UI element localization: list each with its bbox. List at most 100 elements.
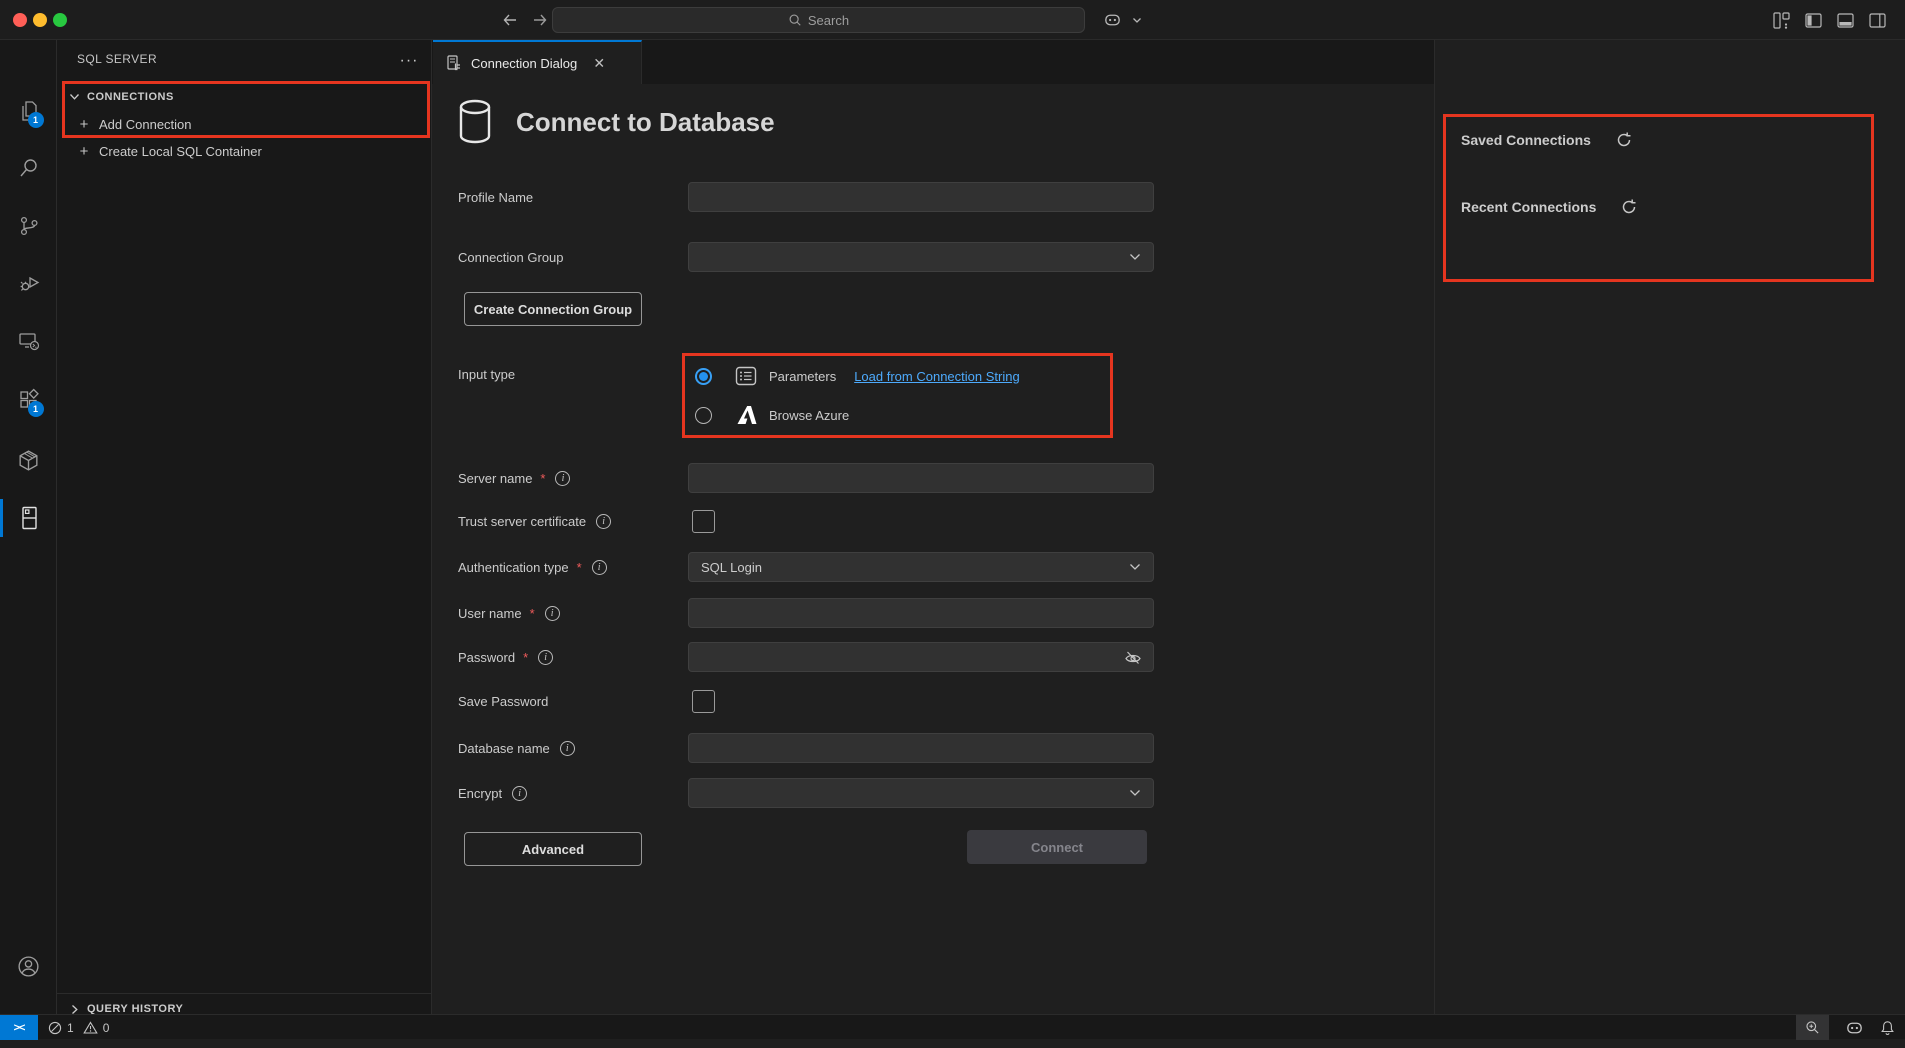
parameters-icon — [735, 365, 757, 387]
title-bar: Search — [0, 0, 1905, 40]
add-connection-label: Add Connection — [99, 117, 192, 132]
extensions-badge: 1 — [28, 401, 44, 417]
copilot-status-icon[interactable] — [1845, 1020, 1864, 1036]
customize-layout-icon[interactable] — [1769, 8, 1793, 32]
input-type-label: Input type — [458, 367, 515, 382]
problems-status[interactable]: 1 0 — [48, 1015, 109, 1040]
warnings-icon — [83, 1021, 98, 1034]
authentication-type-label: Authentication type* i — [458, 560, 607, 575]
info-icon[interactable]: i — [560, 741, 575, 756]
copilot-icon[interactable] — [1100, 8, 1124, 32]
close-window-button[interactable] — [13, 13, 27, 27]
copilot-chevron-down-icon[interactable] — [1125, 8, 1149, 32]
connections-side-panel: Saved Connections Recent Connections — [1434, 40, 1905, 1014]
save-password-checkbox[interactable] — [692, 690, 715, 713]
info-icon[interactable]: i — [555, 471, 570, 486]
create-connection-group-button[interactable]: Create Connection Group — [464, 292, 642, 326]
toggle-panel-icon[interactable] — [1833, 8, 1857, 32]
trust-server-certificate-checkbox[interactable] — [692, 510, 715, 533]
recent-connections-label: Recent Connections — [1461, 199, 1596, 215]
accounts-icon[interactable] — [0, 942, 57, 990]
search-placeholder: Search — [808, 13, 849, 28]
password-label: Password* i — [458, 650, 553, 665]
minimize-window-button[interactable] — [33, 13, 47, 27]
containers-icon[interactable] — [0, 436, 57, 484]
connection-group-select[interactable] — [688, 242, 1154, 272]
zoom-status-icon[interactable] — [1796, 1015, 1829, 1040]
connections-section-header[interactable]: CONNECTIONS — [57, 84, 432, 110]
tab-connection-dialog[interactable]: Connection Dialog ✕ — [433, 40, 642, 84]
profile-name-label: Profile Name — [458, 190, 533, 205]
connect-button[interactable]: Connect — [967, 830, 1147, 864]
authentication-type-select[interactable]: SQL Login — [688, 552, 1154, 582]
plus-icon: + — [76, 143, 92, 160]
sidebar-item-add-connection[interactable]: + Add Connection — [57, 111, 432, 137]
sidebar-sql-server: SQL SERVER ··· CONNECTIONS + Add Connect… — [57, 40, 432, 1014]
run-debug-icon[interactable] — [0, 259, 57, 307]
sql-server-view-icon[interactable] — [0, 494, 57, 542]
page-title: Connect to Database — [516, 107, 775, 138]
plus-icon: + — [76, 116, 92, 133]
encrypt-label: Encrypt i — [458, 786, 527, 801]
chevron-down-icon — [1129, 789, 1141, 797]
errors-icon — [48, 1021, 62, 1035]
extensions-icon[interactable]: 1 — [0, 376, 57, 424]
password-input[interactable] — [688, 642, 1154, 672]
user-name-label: User name* i — [458, 606, 560, 621]
toggle-primary-sidebar-icon[interactable] — [1801, 8, 1825, 32]
tab-close-icon[interactable]: ✕ — [589, 53, 609, 73]
navigate-back-icon[interactable] — [498, 8, 522, 32]
chevron-right-icon — [71, 1004, 79, 1015]
error-count: 1 — [67, 1021, 74, 1035]
connection-group-label: Connection Group — [458, 250, 564, 265]
authentication-type-value: SQL Login — [701, 560, 762, 575]
connections-header-label: CONNECTIONS — [87, 91, 174, 103]
database-name-input[interactable] — [688, 733, 1154, 763]
encrypt-select[interactable] — [688, 778, 1154, 808]
search-input[interactable]: Search — [552, 7, 1085, 33]
parameters-option-label: Parameters — [769, 369, 836, 384]
warning-count: 0 — [103, 1021, 110, 1035]
navigate-forward-icon[interactable] — [528, 8, 552, 32]
chevron-down-icon — [1129, 253, 1141, 261]
profile-name-input[interactable] — [688, 182, 1154, 212]
notifications-bell-icon[interactable] — [1880, 1020, 1895, 1036]
toggle-password-visibility-icon[interactable] — [1124, 649, 1142, 666]
saved-connections-label: Saved Connections — [1461, 132, 1591, 148]
toggle-secondary-sidebar-icon[interactable] — [1865, 8, 1889, 32]
connection-dialog-content: Connect to Database Profile Name Connect… — [432, 84, 1434, 1014]
chevron-down-icon — [1129, 563, 1141, 571]
source-control-icon[interactable] — [0, 202, 57, 250]
browse-azure-radio[interactable] — [695, 407, 712, 424]
sidebar-more-actions-icon[interactable]: ··· — [395, 48, 423, 74]
info-icon[interactable]: i — [592, 560, 607, 575]
maximize-window-button[interactable] — [53, 13, 67, 27]
user-name-input[interactable] — [688, 598, 1154, 628]
create-local-sql-container-label: Create Local SQL Container — [99, 144, 262, 159]
load-from-connection-string-link[interactable]: Load from Connection String — [854, 369, 1019, 384]
required-marker: * — [540, 471, 545, 486]
server-name-input[interactable] — [688, 463, 1154, 493]
database-icon — [456, 98, 494, 146]
search-icon — [788, 13, 802, 27]
info-icon[interactable]: i — [512, 786, 527, 801]
info-icon[interactable]: i — [545, 606, 560, 621]
info-icon[interactable]: i — [538, 650, 553, 665]
search-view-icon[interactable] — [0, 144, 57, 192]
advanced-button[interactable]: Advanced — [464, 832, 642, 866]
info-icon[interactable]: i — [596, 514, 611, 529]
sidebar-item-create-local-sql-container[interactable]: + Create Local SQL Container — [57, 138, 432, 164]
server-name-label: Server name* i — [458, 471, 570, 486]
remote-explorer-icon[interactable] — [0, 317, 57, 365]
connection-dialog-tab-icon — [445, 54, 463, 72]
section-divider — [57, 993, 432, 994]
refresh-icon[interactable] — [1620, 198, 1638, 216]
database-name-label: Database name i — [458, 741, 575, 756]
azure-icon — [734, 404, 758, 426]
refresh-icon[interactable] — [1615, 131, 1633, 149]
parameters-radio[interactable] — [695, 368, 712, 385]
remote-indicator[interactable]: >< — [0, 1015, 38, 1040]
tab-label: Connection Dialog — [471, 56, 577, 71]
explorer-icon[interactable]: 1 — [0, 87, 57, 135]
chevron-down-icon — [69, 93, 80, 101]
